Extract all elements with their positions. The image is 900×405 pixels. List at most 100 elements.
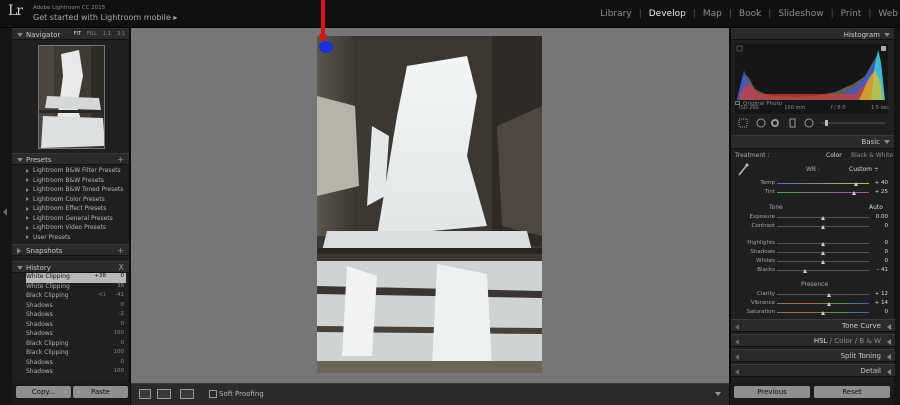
slider-handle[interactable] — [852, 191, 857, 195]
slider-track[interactable] — [777, 293, 869, 297]
preset-folder[interactable]: Lightroom General Presets — [26, 215, 123, 225]
compare-mode-icon[interactable] — [180, 389, 194, 399]
module-slideshow[interactable]: Slideshow — [771, 9, 830, 19]
preset-folder[interactable]: User Presets — [26, 234, 123, 244]
before-after-icon[interactable] — [157, 389, 171, 399]
slider-handle[interactable] — [826, 293, 831, 297]
module-web[interactable]: Web — [871, 9, 900, 19]
zoom-fit[interactable]: FIT — [74, 31, 81, 37]
history-row[interactable]: Shadows 0 — [26, 302, 126, 312]
snapshots-header[interactable]: Snapshots + — [12, 244, 129, 256]
treatment-bw-option[interactable]: Black & White — [851, 152, 893, 159]
tone-curve-header[interactable]: Tone Curve — [731, 319, 895, 332]
zoom-3-1[interactable]: 3:1 — [117, 31, 125, 37]
slider-value[interactable]: 0 — [885, 249, 889, 255]
hsl-tab[interactable]: HSL — [814, 337, 828, 345]
slider-track[interactable] — [777, 182, 869, 186]
history-row[interactable]: Black Clipping -41 -41 — [26, 292, 126, 302]
preset-folder[interactable]: Lightroom Color Presets — [26, 196, 123, 206]
slider-value[interactable]: 0 — [885, 258, 889, 264]
waterfall-photo[interactable] — [317, 36, 542, 373]
detail-header[interactable]: Detail — [731, 364, 895, 377]
preset-folder[interactable]: Lightroom Effect Presets — [26, 205, 123, 215]
slider-handle[interactable] — [821, 216, 825, 220]
slider-value[interactable]: 0.00 — [876, 214, 888, 220]
soft-proofing-checkbox[interactable] — [209, 390, 217, 398]
history-row[interactable]: Black Clipping 0 — [26, 340, 126, 350]
preset-folder[interactable]: Lightroom B&W Toned Presets — [26, 186, 123, 196]
copy-button[interactable]: Copy... — [16, 386, 71, 398]
slider-tint[interactable]: Tint + 25 — [735, 189, 888, 197]
wb-select[interactable]: Custom ÷ — [849, 166, 879, 173]
slider-temp[interactable]: Temp + 40 — [735, 180, 888, 188]
toolbar-menu-icon[interactable] — [715, 392, 721, 396]
module-develop[interactable]: Develop — [642, 9, 693, 19]
clear-history-icon[interactable]: X — [119, 263, 124, 272]
slider-track[interactable] — [777, 191, 869, 195]
zoom-1-1[interactable]: 1:1 — [103, 31, 111, 37]
slider-track[interactable] — [777, 269, 869, 273]
slider-vibrance[interactable]: Vibrance + 14 — [735, 300, 888, 308]
slider-track[interactable] — [777, 225, 869, 229]
bw-tab[interactable]: B & W — [859, 337, 881, 345]
slider-handle[interactable] — [802, 269, 807, 273]
slider-track[interactable] — [777, 302, 869, 306]
slider-value[interactable]: + 40 — [875, 180, 888, 186]
slider-contrast[interactable]: Contrast 0 — [735, 223, 888, 231]
original-photo-toggle[interactable]: Original Photo — [735, 101, 782, 107]
module-print[interactable]: Print — [834, 9, 869, 19]
slider-track[interactable] — [777, 260, 869, 264]
slider-track[interactable] — [777, 216, 869, 220]
slider-handle[interactable] — [821, 242, 825, 246]
preset-folder[interactable]: Lightroom B&W Filter Presets — [26, 167, 123, 177]
history-row[interactable]: Shadows 0 — [26, 359, 126, 369]
slider-track[interactable] — [777, 242, 869, 246]
presets-header[interactable]: Presets + — [12, 153, 129, 165]
tone-auto-button[interactable]: Auto — [869, 204, 883, 211]
slider-value[interactable]: 0 — [885, 309, 889, 315]
wb-eyedropper-icon[interactable] — [737, 163, 749, 177]
hsl-header[interactable]: HSL / Color / B & W — [731, 334, 895, 347]
previous-button[interactable]: Previous — [734, 386, 810, 398]
slider-value[interactable]: + 12 — [875, 291, 888, 297]
navigator-preview[interactable] — [38, 45, 105, 149]
slider-handle[interactable] — [827, 302, 832, 306]
history-row[interactable]: Black Clipping 100 — [26, 349, 126, 359]
history-row[interactable]: Shadows 0 — [26, 321, 126, 331]
split-toning-header[interactable]: Split Toning — [731, 349, 895, 362]
preset-folder[interactable]: Lightroom Video Presets — [26, 224, 123, 234]
navigator-header[interactable]: Navigator FIT FILL 1:1 3:1 — [12, 28, 129, 40]
slider-value[interactable]: 0 — [885, 240, 889, 246]
loupe-view-icon[interactable] — [139, 389, 151, 399]
slider-highlights[interactable]: Highlights 0 — [735, 240, 888, 248]
slider-handle[interactable] — [821, 311, 825, 315]
slider-value[interactable]: – 41 — [877, 267, 889, 273]
history-row[interactable]: White Clipping +38 0 — [26, 273, 126, 283]
treatment-color-option[interactable]: Color — [826, 152, 842, 159]
slider-clarity[interactable]: Clarity + 12 — [735, 291, 888, 299]
slider-blacks[interactable]: Blacks – 41 — [735, 267, 888, 275]
history-row[interactable]: Shadows 100 — [26, 368, 126, 378]
left-panel-toggle[interactable] — [0, 28, 12, 405]
slider-saturation[interactable]: Saturation 0 — [735, 309, 888, 317]
mobile-promo-link[interactable]: Get started with Lightroom mobile ▸ — [33, 13, 177, 22]
slider-track[interactable] — [777, 311, 869, 315]
slider-value[interactable]: 0 — [885, 223, 889, 229]
histogram-header[interactable]: Histogram — [731, 28, 894, 40]
module-book[interactable]: Book — [732, 9, 768, 19]
history-row[interactable]: Shadows -2 — [26, 311, 126, 321]
original-photo-checkbox[interactable] — [735, 101, 740, 105]
preset-folder[interactable]: Lightroom B&W Presets — [26, 177, 123, 187]
module-library[interactable]: Library — [593, 9, 638, 19]
slider-value[interactable]: + 25 — [875, 189, 888, 195]
add-snapshot-icon[interactable]: + — [117, 246, 124, 255]
color-tab[interactable]: Color — [834, 337, 852, 345]
slider-exposure[interactable]: Exposure 0.00 — [735, 214, 888, 222]
history-header[interactable]: History X — [12, 261, 129, 273]
slider-handle[interactable] — [821, 260, 825, 264]
zoom-fill[interactable]: FILL — [87, 31, 97, 37]
module-map[interactable]: Map — [696, 9, 729, 19]
basic-header[interactable]: Basic — [731, 135, 894, 149]
slider-value[interactable]: + 14 — [875, 300, 888, 306]
slider-handle[interactable] — [854, 182, 859, 186]
